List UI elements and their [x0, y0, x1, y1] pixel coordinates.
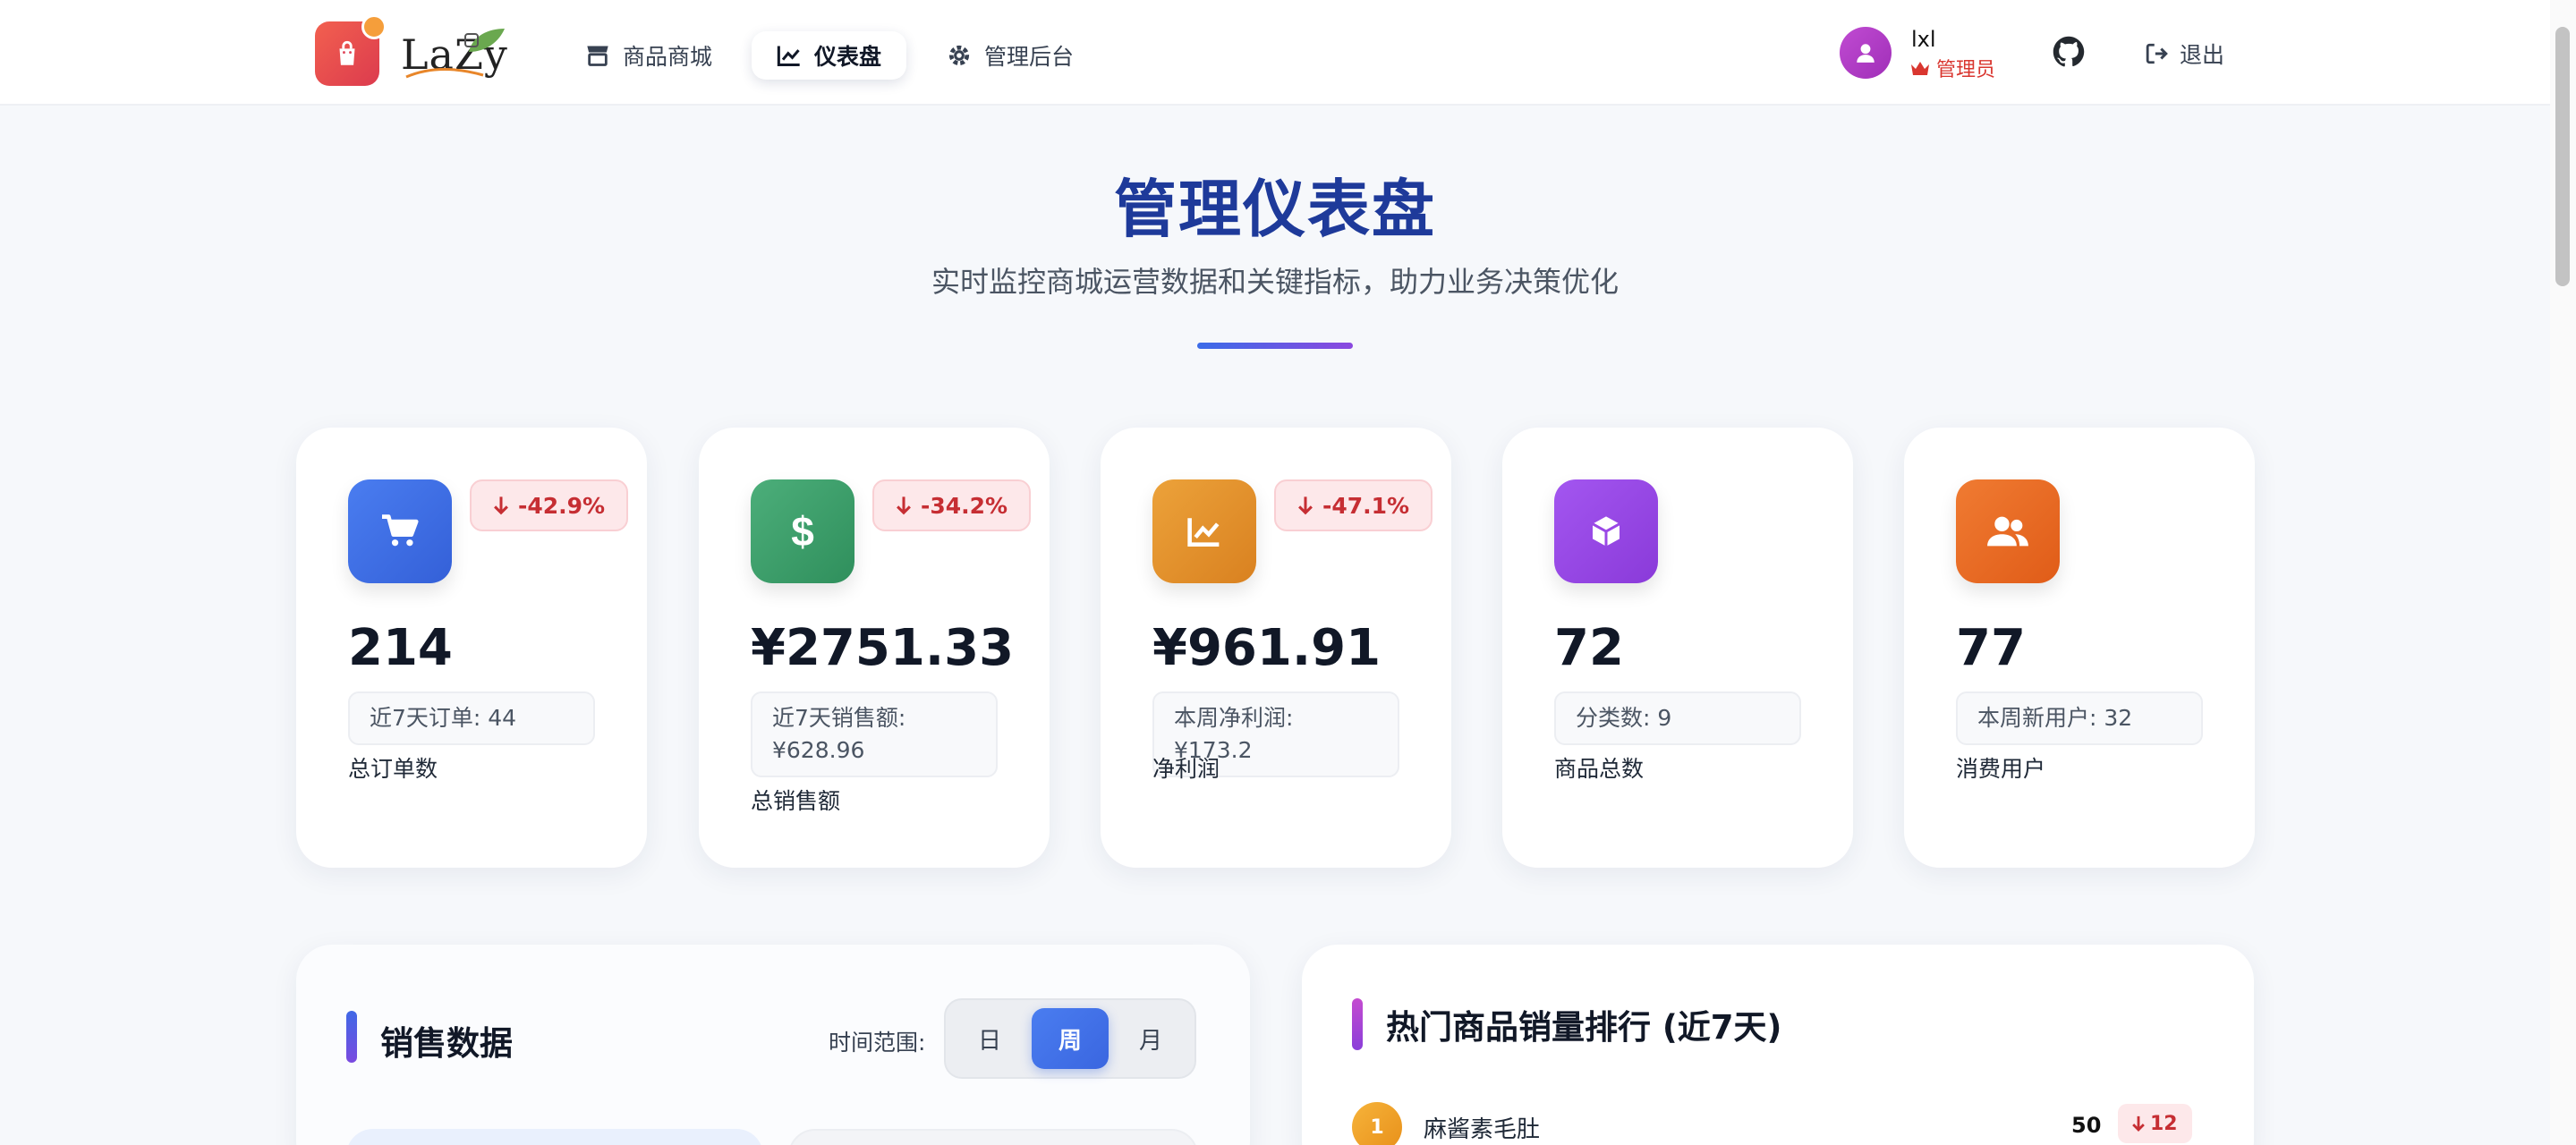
product-sales: 50: [2071, 1113, 2102, 1138]
trend-value: -47.1%: [1322, 492, 1410, 519]
user-role: 管理员: [1909, 54, 1995, 82]
nav-dashboard-label: 仪表盘: [814, 44, 882, 70]
stat-value: 72: [1554, 619, 1624, 677]
logo-swoosh-icon: [405, 68, 484, 79]
stat-subinfo: 近7天销售额: ¥628.96: [751, 691, 998, 777]
arrow-down-icon: [2132, 1115, 2145, 1132]
product-trend-value: 12: [2150, 1112, 2178, 1135]
product-trend-badge: 12: [2118, 1104, 2192, 1143]
chart-tab-1[interactable]: [346, 1129, 763, 1145]
bag-icon: [339, 40, 355, 65]
logo-notification-dot: [361, 14, 387, 39]
stat-label: 商品总数: [1554, 756, 1645, 782]
rank-badge: 1: [1352, 1102, 1402, 1145]
stat-label: 净利润: [1152, 756, 1220, 782]
user-name[interactable]: lxl: [1911, 27, 1936, 52]
nav-dashboard[interactable]: 仪表盘: [752, 31, 907, 80]
stat-card-profit: -47.1% ¥961.91 本周净利润: ¥173.2 净利润: [1101, 428, 1451, 868]
user-role-label: 管理员: [1936, 59, 1996, 81]
stat-subinfo: 近7天订单: 44: [348, 691, 595, 745]
trend-value: -34.2%: [921, 492, 1008, 519]
stat-subinfo: 本周新用户: 32: [1956, 691, 2203, 745]
users-icon: [1956, 479, 2060, 583]
range-label: 时间范围:: [829, 1030, 926, 1056]
github-icon[interactable]: [2053, 36, 2085, 68]
crown-icon: [1911, 62, 1929, 75]
stat-label: 消费用户: [1956, 756, 2046, 782]
stat-value: ¥961.91: [1152, 619, 1382, 677]
hot-products-panel: 热门商品销量排行 (近7天) 1 麻酱素毛肚 50 12: [1302, 945, 2254, 1145]
trend-badge: -34.2%: [872, 479, 1032, 531]
sales-panel-title: 销售数据: [380, 1024, 513, 1063]
trend-value: -42.9%: [518, 492, 606, 519]
page-subtitle: 实时监控商城运营数据和关键指标，助力业务决策优化: [931, 265, 1619, 299]
arrow-down-icon: [1298, 496, 1313, 515]
logout-label: 退出: [2180, 42, 2225, 68]
box-icon: [1554, 479, 1658, 583]
store-icon: [587, 46, 608, 66]
nav-shop[interactable]: 商品商城: [560, 31, 737, 80]
arrow-down-icon: [494, 496, 508, 515]
stat-label: 总订单数: [348, 756, 438, 782]
cart-icon: [348, 479, 452, 583]
user-icon: [1857, 44, 1875, 63]
stat-label: 总销售额: [751, 788, 841, 814]
panel-accent-bar: [1352, 998, 1363, 1050]
sign-out-icon: [2146, 43, 2168, 64]
chart-tab-2[interactable]: [788, 1129, 1198, 1145]
user-avatar[interactable]: [1840, 27, 1892, 79]
range-toggle-group: 日 周 月: [944, 998, 1196, 1079]
nav-admin[interactable]: 管理后台: [922, 31, 1099, 80]
chart-line-icon: [777, 46, 800, 67]
dollar-icon: $: [751, 479, 854, 583]
range-week-button[interactable]: 周: [1032, 1008, 1109, 1069]
stat-card-sales: $ -34.2% ¥2751.33 近7天销售额: ¥628.96 总销售额: [699, 428, 1050, 868]
top-navbar: LaZy 商品商城 仪表盘 管理后台 lxl 管理员 退出: [0, 0, 2550, 106]
stat-card-products: 72 分类数: 9 商品总数: [1502, 428, 1853, 868]
panel-accent-bar: [346, 1011, 357, 1063]
stat-value: 214: [348, 619, 453, 677]
logo-leaf-icon: [464, 29, 505, 52]
range-day-button[interactable]: 日: [951, 1008, 1028, 1069]
stat-card-orders: -42.9% 214 近7天订单: 44 总订单数: [296, 428, 647, 868]
stat-subinfo: 分类数: 9: [1554, 691, 1801, 745]
arrow-down-icon: [897, 496, 911, 515]
scrollbar-thumb[interactable]: [2555, 27, 2570, 286]
chart-line-icon: [1152, 479, 1256, 583]
stat-value: 77: [1956, 619, 2026, 677]
nav-admin-label: 管理后台: [984, 44, 1075, 70]
sales-data-panel: 销售数据 时间范围: 日 周 月: [296, 945, 1250, 1145]
range-month-button[interactable]: 月: [1112, 1008, 1189, 1069]
nav-shop-label: 商品商城: [623, 44, 713, 70]
title-underline: [1197, 343, 1353, 349]
stat-value: ¥2751.33: [751, 619, 1015, 677]
stat-card-users: 77 本周新用户: 32 消费用户: [1904, 428, 2255, 868]
trend-badge: -42.9%: [470, 479, 629, 531]
product-name[interactable]: 麻酱素毛肚: [1424, 1111, 1540, 1144]
gear-icon: [948, 45, 970, 66]
page-title: 管理仪表盘: [1114, 173, 1436, 246]
logout-button[interactable]: 退出: [2146, 36, 2224, 72]
hot-panel-title: 热门商品销量排行 (近7天): [1386, 1008, 1782, 1047]
trend-badge: -47.1%: [1274, 479, 1433, 531]
